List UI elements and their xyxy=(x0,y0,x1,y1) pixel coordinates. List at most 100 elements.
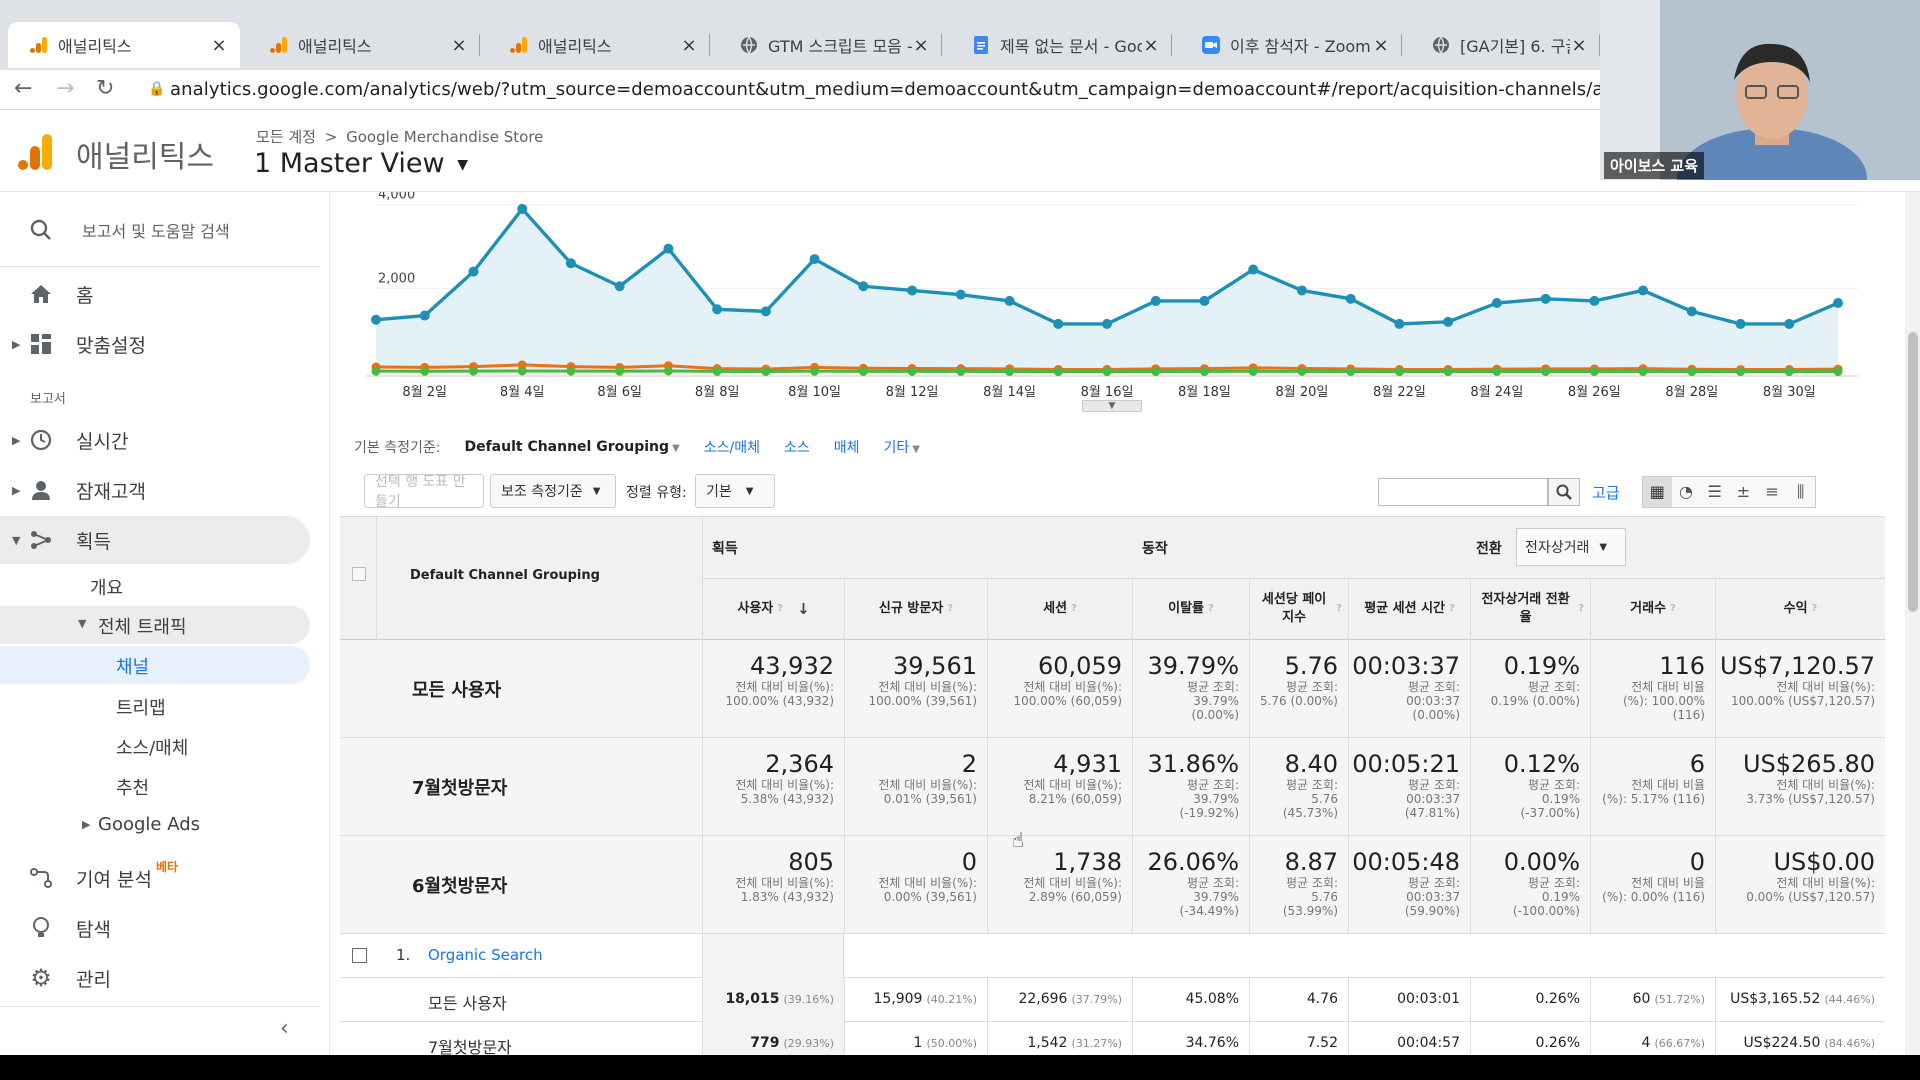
sidebar-item-referrals[interactable]: 추천 xyxy=(116,774,149,800)
data-point-series-0[interactable] xyxy=(1296,285,1307,296)
data-point-series-0[interactable] xyxy=(712,304,723,315)
data-point-series-2[interactable] xyxy=(810,366,820,376)
close-tab-icon[interactable]: × xyxy=(210,35,228,56)
sidebar-item-discover[interactable]: 탐색 xyxy=(0,904,320,952)
sidebar-item-google-ads[interactable]: ▶ Google Ads xyxy=(0,808,310,844)
collapse-sidebar-icon[interactable]: ‹ xyxy=(280,1016,289,1041)
close-tab-icon[interactable]: × xyxy=(680,35,698,56)
close-tab-icon[interactable]: × xyxy=(1570,35,1588,56)
help-icon[interactable]: ? xyxy=(1578,600,1584,618)
browser-tab[interactable]: 제목 없는 문서 - Goo × xyxy=(950,22,1172,68)
sidebar-search[interactable]: 보고서 및 도움말 검색 xyxy=(0,206,320,254)
data-point-series-2[interactable] xyxy=(1297,366,1307,376)
table-search-button[interactable] xyxy=(1548,478,1580,506)
help-icon[interactable]: ? xyxy=(1670,600,1676,618)
column-header[interactable]: 평균 세션 시간? xyxy=(1348,578,1470,640)
browser-tab[interactable]: [GA기본] 6. 구글애널× xyxy=(1410,22,1600,68)
column-header[interactable]: 수익? xyxy=(1715,578,1885,640)
sidebar-item-overview[interactable]: 개요 xyxy=(90,574,123,600)
help-icon[interactable]: ? xyxy=(1071,600,1077,618)
sidebar-item-source-medium[interactable]: 소스/매체 xyxy=(116,734,188,760)
page-scrollbar[interactable] xyxy=(1905,192,1920,1055)
scrollbar-thumb[interactable] xyxy=(1908,332,1918,612)
data-point-series-2[interactable] xyxy=(371,366,381,376)
sidebar-item-acquisition[interactable]: ▼ 획득 xyxy=(0,516,310,564)
sidebar-item-realtime[interactable]: ▶ 실시간 xyxy=(0,416,320,464)
data-point-series-2[interactable] xyxy=(1443,367,1453,377)
data-point-series-2[interactable] xyxy=(663,366,673,376)
help-icon[interactable]: ? xyxy=(1336,600,1342,618)
advanced-filter-link[interactable]: 고급 xyxy=(1592,482,1620,503)
data-point-series-2[interactable] xyxy=(907,366,917,376)
sidebar-item-home[interactable]: 홈 xyxy=(0,270,320,318)
data-point-series-0[interactable] xyxy=(1004,295,1015,306)
dimension-default-channel-grouping[interactable]: Default Channel Grouping ▼ xyxy=(464,439,679,455)
back-icon[interactable]: ← xyxy=(14,76,32,101)
table-view-icon[interactable]: ▦ xyxy=(1643,477,1672,507)
column-header[interactable]: 사용자? ↓ xyxy=(702,578,844,640)
secondary-dimension-button[interactable]: 보조 측정기준 ▼ xyxy=(490,474,616,508)
data-point-series-2[interactable] xyxy=(1638,366,1648,376)
row-checkbox[interactable] xyxy=(352,948,367,963)
forward-icon[interactable]: → xyxy=(56,76,74,101)
browser-tab[interactable]: 애널리틱스 × xyxy=(8,22,240,68)
table-search-input[interactable] xyxy=(1378,478,1548,506)
data-point-series-0[interactable] xyxy=(1102,318,1112,329)
data-point-series-2[interactable] xyxy=(1199,366,1209,376)
data-point-series-2[interactable] xyxy=(1053,367,1063,377)
data-point-series-2[interactable] xyxy=(566,366,576,376)
close-tab-icon[interactable]: × xyxy=(912,35,930,56)
sidebar-item-attribution[interactable]: 기여 분석 베타 xyxy=(0,854,320,902)
browser-tab[interactable]: GTM 스크립트 모음 - × xyxy=(718,22,942,68)
sidebar-item-treemap[interactable]: 트리맵 xyxy=(116,694,166,720)
help-icon[interactable]: ? xyxy=(947,600,953,618)
browser-tab[interactable]: 이후 참석자 - Zoom × xyxy=(1180,22,1402,68)
data-point-series-0[interactable] xyxy=(1784,318,1795,329)
column-header[interactable]: 세션? xyxy=(987,578,1132,640)
close-tab-icon[interactable]: × xyxy=(450,35,468,56)
sort-desc-icon[interactable]: ↓ xyxy=(797,600,810,618)
view-selector[interactable]: 1 Master View ▼ xyxy=(254,148,468,179)
sidebar-item-audience[interactable]: ▶ 잠재고객 xyxy=(0,466,320,514)
data-point-series-2[interactable] xyxy=(1151,366,1161,376)
data-point-series-2[interactable] xyxy=(956,366,966,376)
data-point-series-2[interactable] xyxy=(517,366,527,376)
data-point-series-0[interactable] xyxy=(809,254,820,265)
browser-tab[interactable]: 애널리틱스 × xyxy=(248,22,480,68)
browser-tab[interactable]: 애널리틱스 × xyxy=(488,22,710,68)
sidebar-item-admin[interactable]: ⚙ 관리 xyxy=(0,954,320,1002)
help-icon[interactable]: ? xyxy=(1812,600,1818,618)
plot-rows-button[interactable]: 선택 행 도표 만들기 xyxy=(364,474,484,510)
data-point-series-2[interactable] xyxy=(1541,366,1551,376)
term-cloud-view-icon[interactable]: ≡ xyxy=(1758,477,1787,507)
address-bar[interactable]: analytics.google.com/analytics/web/?utm_… xyxy=(170,79,1815,100)
data-point-series-0[interactable] xyxy=(663,243,674,254)
help-icon[interactable]: ? xyxy=(1208,600,1214,618)
data-point-series-0[interactable] xyxy=(858,281,869,292)
pie-view-icon[interactable]: ◔ xyxy=(1672,477,1701,507)
breadcrumb[interactable]: 모든 계정 > Google Merchandise Store xyxy=(256,126,543,147)
data-point-series-2[interactable] xyxy=(1248,366,1258,376)
data-point-series-0[interactable] xyxy=(955,289,966,300)
sidebar-item-all-traffic[interactable]: ▼ 전체 트래픽 xyxy=(0,606,310,644)
channel-link-organic-search[interactable]: Organic Search xyxy=(428,946,543,964)
breadcrumb-store[interactable]: Google Merchandise Store xyxy=(346,128,543,146)
column-header[interactable]: 신규 방문자? xyxy=(844,578,987,640)
data-point-series-0[interactable] xyxy=(468,266,479,277)
data-point-series-0[interactable] xyxy=(1394,318,1405,329)
close-tab-icon[interactable]: × xyxy=(1142,35,1160,56)
data-point-series-2[interactable] xyxy=(420,366,430,376)
data-point-series-0[interactable] xyxy=(1053,318,1064,329)
data-point-series-0[interactable] xyxy=(517,203,528,214)
data-point-series-2[interactable] xyxy=(1005,366,1015,376)
data-point-series-0[interactable] xyxy=(1686,306,1697,317)
data-point-series-2[interactable] xyxy=(1492,366,1502,376)
data-point-series-0[interactable] xyxy=(614,281,625,292)
data-point-series-2[interactable] xyxy=(761,366,771,376)
data-point-series-0[interactable] xyxy=(1491,298,1502,308)
dimension-other[interactable]: 기타 ▼ xyxy=(884,437,920,457)
help-icon[interactable]: ? xyxy=(777,600,783,618)
comparison-view-icon[interactable]: ± xyxy=(1729,477,1758,507)
data-point-series-0[interactable] xyxy=(1199,295,1210,306)
performance-view-icon[interactable]: ☰ xyxy=(1700,477,1729,507)
